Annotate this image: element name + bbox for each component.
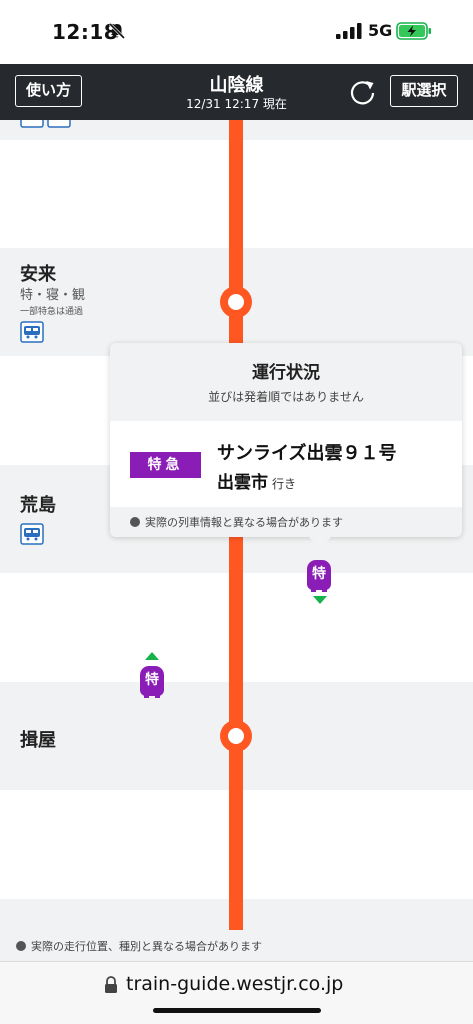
train-foot bbox=[322, 588, 327, 592]
train-marker[interactable]: 特 bbox=[140, 666, 166, 700]
browser-url-bar[interactable]: train-guide.westjr.co.jp bbox=[0, 961, 473, 1024]
home-indicator bbox=[153, 1008, 321, 1013]
network-type: 5G bbox=[368, 21, 393, 40]
bus-icon bbox=[20, 120, 44, 128]
train-foot bbox=[155, 694, 160, 698]
bell-slash-icon bbox=[108, 22, 126, 40]
url-text[interactable]: train-guide.westjr.co.jp bbox=[126, 973, 343, 995]
up-arrow-icon bbox=[145, 652, 159, 660]
station-name[interactable]: 安来 bbox=[20, 260, 56, 286]
station-node[interactable] bbox=[220, 286, 252, 318]
footer-notice: 実際の走行位置、種別と異なる場合があります bbox=[0, 930, 473, 961]
bus-icon[interactable] bbox=[20, 321, 44, 343]
station-name[interactable]: 荒島 bbox=[20, 491, 56, 517]
station-train-types: 特・寝・観 bbox=[20, 288, 86, 303]
line-map: 安来 特・寝・観 一部特急は通過 荒島 揖屋 特 特 bbox=[0, 120, 473, 961]
reload-icon[interactable] bbox=[348, 78, 378, 108]
destination-suffix: 行き bbox=[272, 477, 297, 491]
train-destination: 出雲市 行き bbox=[217, 468, 296, 493]
popup-note-text: 実際の列車情報と異なる場合があります bbox=[145, 516, 343, 529]
bus-icon bbox=[47, 120, 71, 128]
train-type-badge: 特急 bbox=[130, 452, 201, 478]
app-header: 使い方 山陰線 12/31 12:17 現在 駅選択 bbox=[0, 64, 473, 120]
popup-note: 実際の列車情報と異なる場合があります bbox=[130, 514, 343, 530]
train-foot bbox=[311, 588, 316, 592]
down-arrow-icon bbox=[313, 596, 327, 604]
train-label: 特 bbox=[307, 560, 331, 590]
train-info-popup[interactable]: 運行状況 並びは発着順ではありません 特急 サンライズ出雲９１号 出雲市 行き 実… bbox=[110, 343, 462, 537]
popup-pointer bbox=[308, 536, 332, 549]
bullet-icon bbox=[130, 517, 140, 527]
train-card[interactable]: 特急 サンライズ出雲９１号 出雲市 行き bbox=[110, 421, 462, 507]
train-foot bbox=[144, 694, 149, 698]
station-node[interactable] bbox=[220, 720, 252, 752]
station-note: 一部特急は通過 bbox=[20, 307, 84, 317]
lock-icon bbox=[105, 976, 117, 993]
status-bar: 12:18 5G bbox=[0, 0, 473, 64]
battery-charging-icon bbox=[396, 22, 431, 40]
bus-icon[interactable] bbox=[20, 523, 44, 545]
rail-line bbox=[229, 120, 243, 961]
bullet-icon bbox=[16, 941, 26, 951]
train-name: サンライズ出雲９１号 bbox=[217, 443, 397, 464]
popup-subtitle: 並びは発着順ではありません bbox=[208, 390, 364, 404]
destination-name: 出雲市 bbox=[217, 473, 268, 493]
train-marker[interactable]: 特 bbox=[307, 560, 333, 594]
station-name[interactable]: 揖屋 bbox=[20, 726, 56, 752]
train-label: 特 bbox=[140, 666, 164, 696]
signal-icon bbox=[336, 23, 362, 39]
footer-notice-text: 実際の走行位置、種別と異なる場合があります bbox=[31, 940, 262, 953]
popup-title: 運行状況 bbox=[252, 363, 320, 383]
station-select-button[interactable]: 駅選択 bbox=[390, 75, 458, 107]
